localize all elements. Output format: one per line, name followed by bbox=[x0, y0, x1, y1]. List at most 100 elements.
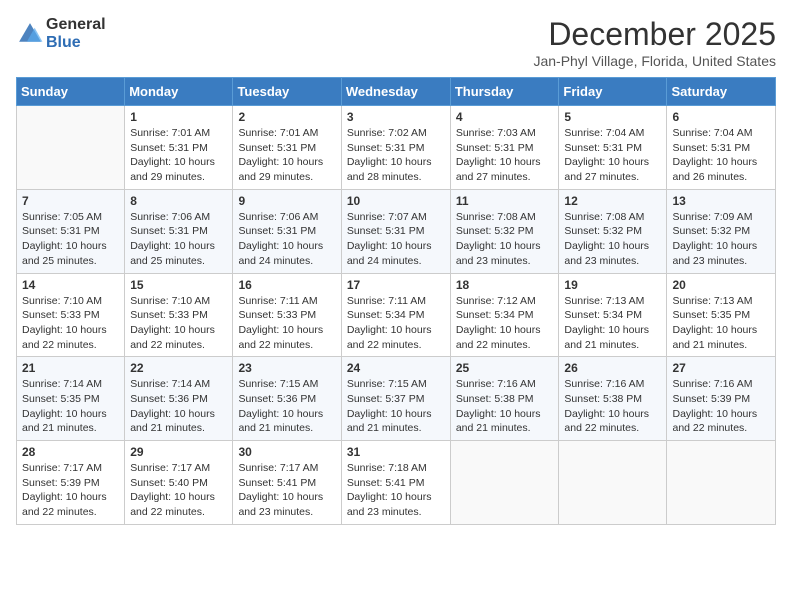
calendar-cell: 16 Sunrise: 7:11 AMSunset: 5:33 PMDayligh… bbox=[233, 273, 341, 357]
calendar-cell: 18 Sunrise: 7:12 AMSunset: 5:34 PMDayligh… bbox=[450, 273, 559, 357]
calendar-table: Sunday Monday Tuesday Wednesday Thursday… bbox=[16, 77, 776, 525]
logo-text: General Blue bbox=[46, 16, 106, 52]
calendar-cell: 22 Sunrise: 7:14 AMSunset: 5:36 PMDayligh… bbox=[125, 357, 233, 441]
calendar-cell: 31 Sunrise: 7:18 AMSunset: 5:41 PMDayligh… bbox=[341, 441, 450, 525]
day-number: 26 bbox=[564, 361, 661, 375]
page-header: General Blue December 2025 Jan-Phyl Vill… bbox=[16, 16, 776, 69]
day-number: 29 bbox=[130, 445, 227, 459]
day-number: 15 bbox=[130, 278, 227, 292]
day-number: 28 bbox=[22, 445, 119, 459]
day-info: Sunrise: 7:03 AMSunset: 5:31 PMDaylight:… bbox=[456, 126, 554, 185]
day-number: 16 bbox=[238, 278, 335, 292]
day-number: 2 bbox=[238, 110, 335, 124]
calendar-cell bbox=[667, 441, 776, 525]
day-info: Sunrise: 7:08 AMSunset: 5:32 PMDaylight:… bbox=[564, 210, 661, 269]
calendar-cell: 7Sunrise: 7:05 AMSunset: 5:31 PMDaylight… bbox=[17, 189, 125, 273]
calendar-cell: 14Sunrise: 7:10 AMSunset: 5:33 PMDayligh… bbox=[17, 273, 125, 357]
calendar-week-2: 7Sunrise: 7:05 AMSunset: 5:31 PMDaylight… bbox=[17, 189, 776, 273]
calendar-cell: 9 Sunrise: 7:06 AMSunset: 5:31 PMDaylight… bbox=[233, 189, 341, 273]
day-info: Sunrise: 7:10 AMSunset: 5:33 PMDaylight:… bbox=[22, 294, 119, 353]
location: Jan-Phyl Village, Florida, United States bbox=[533, 53, 776, 69]
day-number: 22 bbox=[130, 361, 227, 375]
col-tuesday: Tuesday bbox=[233, 78, 341, 106]
day-info: Sunrise: 7:14 AMSunset: 5:35 PMDaylight:… bbox=[22, 377, 119, 436]
calendar-cell: 6 Sunrise: 7:04 AMSunset: 5:31 PMDaylight… bbox=[667, 106, 776, 190]
day-info: Sunrise: 7:16 AMSunset: 5:38 PMDaylight:… bbox=[456, 377, 554, 436]
day-number: 5 bbox=[564, 110, 661, 124]
day-number: 8 bbox=[130, 194, 227, 208]
calendar-cell: 28 Sunrise: 7:17 AMSunset: 5:39 PMDayligh… bbox=[17, 441, 125, 525]
day-info: Sunrise: 7:11 AMSunset: 5:34 PMDaylight:… bbox=[347, 294, 445, 353]
calendar-cell: 4Sunrise: 7:03 AMSunset: 5:31 PMDaylight… bbox=[450, 106, 559, 190]
day-info: Sunrise: 7:13 AMSunset: 5:35 PMDaylight:… bbox=[672, 294, 770, 353]
calendar-cell: 19Sunrise: 7:13 AMSunset: 5:34 PMDayligh… bbox=[559, 273, 667, 357]
col-friday: Friday bbox=[559, 78, 667, 106]
calendar-cell: 26 Sunrise: 7:16 AMSunset: 5:38 PMDayligh… bbox=[559, 357, 667, 441]
col-wednesday: Wednesday bbox=[341, 78, 450, 106]
calendar-cell: 2 Sunrise: 7:01 AMSunset: 5:31 PMDaylight… bbox=[233, 106, 341, 190]
calendar-cell: 1 Sunrise: 7:01 AMSunset: 5:31 PMDaylight… bbox=[125, 106, 233, 190]
col-sunday: Sunday bbox=[17, 78, 125, 106]
calendar-cell: 3 Sunrise: 7:02 AMSunset: 5:31 PMDaylight… bbox=[341, 106, 450, 190]
day-info: Sunrise: 7:02 AMSunset: 5:31 PMDaylight:… bbox=[347, 126, 445, 185]
calendar-cell bbox=[559, 441, 667, 525]
day-number: 1 bbox=[130, 110, 227, 124]
day-info: Sunrise: 7:01 AMSunset: 5:31 PMDaylight:… bbox=[238, 126, 335, 185]
day-info: Sunrise: 7:10 AMSunset: 5:33 PMDaylight:… bbox=[130, 294, 227, 353]
calendar-cell: 21 Sunrise: 7:14 AMSunset: 5:35 PMDayligh… bbox=[17, 357, 125, 441]
calendar-cell: 30 Sunrise: 7:17 AMSunset: 5:41 PMDayligh… bbox=[233, 441, 341, 525]
day-number: 30 bbox=[238, 445, 335, 459]
calendar-cell: 25 Sunrise: 7:16 AMSunset: 5:38 PMDayligh… bbox=[450, 357, 559, 441]
day-number: 23 bbox=[238, 361, 335, 375]
day-info: Sunrise: 7:15 AMSunset: 5:37 PMDaylight:… bbox=[347, 377, 445, 436]
calendar-week-4: 21 Sunrise: 7:14 AMSunset: 5:35 PMDayligh… bbox=[17, 357, 776, 441]
col-saturday: Saturday bbox=[667, 78, 776, 106]
day-info: Sunrise: 7:18 AMSunset: 5:41 PMDaylight:… bbox=[347, 461, 445, 520]
day-number: 12 bbox=[564, 194, 661, 208]
day-info: Sunrise: 7:04 AMSunset: 5:31 PMDaylight:… bbox=[564, 126, 661, 185]
day-info: Sunrise: 7:06 AMSunset: 5:31 PMDaylight:… bbox=[238, 210, 335, 269]
day-number: 9 bbox=[238, 194, 335, 208]
day-info: Sunrise: 7:08 AMSunset: 5:32 PMDaylight:… bbox=[456, 210, 554, 269]
day-number: 11 bbox=[456, 194, 554, 208]
calendar-cell: 20Sunrise: 7:13 AMSunset: 5:35 PMDayligh… bbox=[667, 273, 776, 357]
day-info: Sunrise: 7:01 AMSunset: 5:31 PMDaylight:… bbox=[130, 126, 227, 185]
day-info: Sunrise: 7:14 AMSunset: 5:36 PMDaylight:… bbox=[130, 377, 227, 436]
logo: General Blue bbox=[16, 16, 106, 52]
day-number: 25 bbox=[456, 361, 554, 375]
day-info: Sunrise: 7:06 AMSunset: 5:31 PMDaylight:… bbox=[130, 210, 227, 269]
calendar-cell: 13Sunrise: 7:09 AMSunset: 5:32 PMDayligh… bbox=[667, 189, 776, 273]
day-info: Sunrise: 7:17 AMSunset: 5:39 PMDaylight:… bbox=[22, 461, 119, 520]
logo-blue: Blue bbox=[46, 34, 106, 52]
calendar-cell: 23 Sunrise: 7:15 AMSunset: 5:36 PMDayligh… bbox=[233, 357, 341, 441]
logo-general: General bbox=[46, 16, 106, 34]
day-number: 27 bbox=[672, 361, 770, 375]
day-number: 31 bbox=[347, 445, 445, 459]
calendar-week-1: 1 Sunrise: 7:01 AMSunset: 5:31 PMDaylight… bbox=[17, 106, 776, 190]
day-info: Sunrise: 7:17 AMSunset: 5:41 PMDaylight:… bbox=[238, 461, 335, 520]
day-info: Sunrise: 7:12 AMSunset: 5:34 PMDaylight:… bbox=[456, 294, 554, 353]
calendar-cell bbox=[17, 106, 125, 190]
col-monday: Monday bbox=[125, 78, 233, 106]
day-number: 3 bbox=[347, 110, 445, 124]
calendar-cell: 29Sunrise: 7:17 AMSunset: 5:40 PMDayligh… bbox=[125, 441, 233, 525]
day-number: 18 bbox=[456, 278, 554, 292]
day-info: Sunrise: 7:13 AMSunset: 5:34 PMDaylight:… bbox=[564, 294, 661, 353]
day-info: Sunrise: 7:04 AMSunset: 5:31 PMDaylight:… bbox=[672, 126, 770, 185]
calendar-header-row: Sunday Monday Tuesday Wednesday Thursday… bbox=[17, 78, 776, 106]
calendar-cell: 24 Sunrise: 7:15 AMSunset: 5:37 PMDayligh… bbox=[341, 357, 450, 441]
day-number: 21 bbox=[22, 361, 119, 375]
calendar-week-3: 14Sunrise: 7:10 AMSunset: 5:33 PMDayligh… bbox=[17, 273, 776, 357]
day-number: 17 bbox=[347, 278, 445, 292]
day-number: 6 bbox=[672, 110, 770, 124]
calendar-cell: 17 Sunrise: 7:11 AMSunset: 5:34 PMDayligh… bbox=[341, 273, 450, 357]
calendar-week-5: 28 Sunrise: 7:17 AMSunset: 5:39 PMDayligh… bbox=[17, 441, 776, 525]
calendar-cell: 5 Sunrise: 7:04 AMSunset: 5:31 PMDaylight… bbox=[559, 106, 667, 190]
calendar-cell: 27Sunrise: 7:16 AMSunset: 5:39 PMDayligh… bbox=[667, 357, 776, 441]
logo-icon bbox=[16, 20, 44, 48]
day-info: Sunrise: 7:15 AMSunset: 5:36 PMDaylight:… bbox=[238, 377, 335, 436]
day-number: 24 bbox=[347, 361, 445, 375]
day-info: Sunrise: 7:16 AMSunset: 5:38 PMDaylight:… bbox=[564, 377, 661, 436]
calendar-cell: 10Sunrise: 7:07 AMSunset: 5:31 PMDayligh… bbox=[341, 189, 450, 273]
day-info: Sunrise: 7:11 AMSunset: 5:33 PMDaylight:… bbox=[238, 294, 335, 353]
